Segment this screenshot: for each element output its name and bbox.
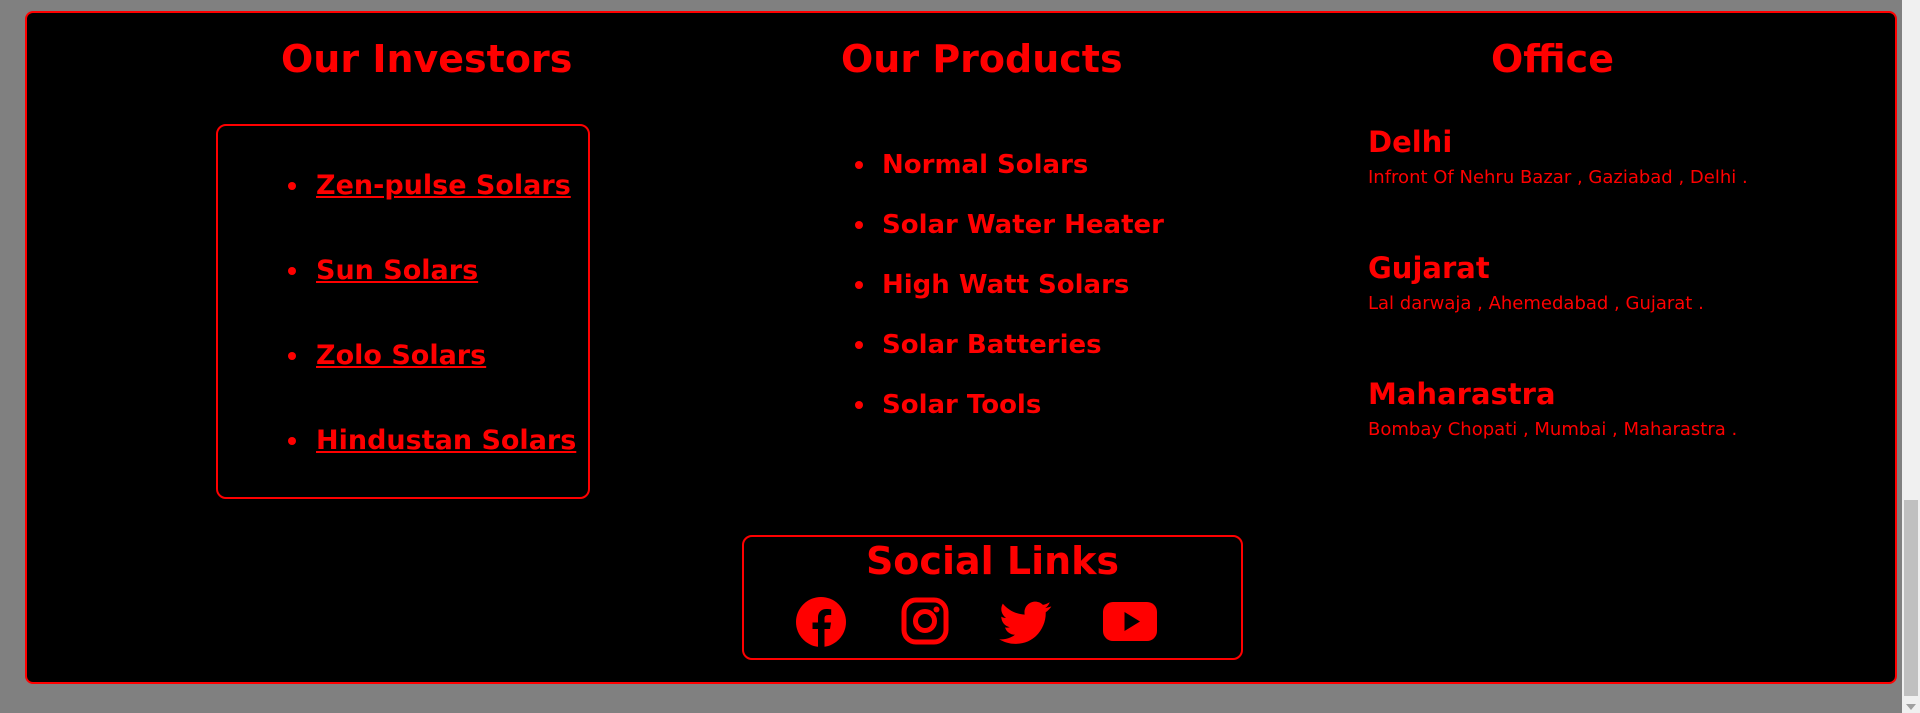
scroll-down-arrow-icon[interactable] — [1906, 704, 1916, 710]
office-city: Gujarat — [1368, 251, 1490, 285]
office-city: Maharastra — [1368, 377, 1556, 411]
instagram-icon[interactable] — [898, 596, 952, 648]
office-city: Delhi — [1368, 125, 1453, 159]
facebook-icon[interactable] — [794, 596, 848, 648]
investor-link-sun[interactable]: Sun Solars — [316, 255, 478, 287]
bullet-icon — [855, 161, 863, 169]
office-location-gujarat: Gujarat Lal darwaja , Ahemedabad , Gujar… — [1368, 251, 1704, 315]
product-label: Solar Tools — [882, 390, 1042, 420]
bullet-icon — [855, 341, 863, 349]
product-item: Normal Solars — [855, 150, 1164, 210]
investor-link-zen-pulse[interactable]: Zen-pulse Solars — [316, 170, 571, 202]
bullet-icon — [288, 352, 296, 360]
investor-item: Zolo Solars — [288, 340, 576, 425]
bullet-icon — [855, 281, 863, 289]
investor-link-zolo[interactable]: Zolo Solars — [316, 340, 486, 372]
investors-box: Zen-pulse Solars Sun Solars Zolo Solars … — [216, 124, 590, 499]
youtube-icon[interactable] — [1103, 596, 1157, 648]
investor-item: Hindustan Solars — [288, 425, 576, 510]
investor-link-hindustan[interactable]: Hindustan Solars — [316, 425, 576, 457]
office-title: Office — [1491, 37, 1614, 81]
products-title: Our Products — [841, 37, 1123, 81]
products-list: Normal Solars Solar Water Heater High Wa… — [855, 150, 1164, 450]
investors-title: Our Investors — [281, 37, 573, 81]
product-label: Solar Water Heater — [882, 210, 1164, 240]
page-scrollbar[interactable] — [1902, 0, 1920, 713]
office-address: Lal darwaja , Ahemedabad , Gujarat . — [1368, 293, 1704, 314]
product-label: Solar Batteries — [882, 330, 1102, 360]
office-location-delhi: Delhi Infront Of Nehru Bazar , Gaziabad … — [1368, 125, 1748, 189]
product-item: Solar Batteries — [855, 330, 1164, 390]
bullet-icon — [288, 267, 296, 275]
product-label: Normal Solars — [882, 150, 1089, 180]
investor-item: Zen-pulse Solars — [288, 170, 576, 255]
footer: Our Investors Zen-pulse Solars Sun Solar… — [25, 11, 1897, 684]
product-label: High Watt Solars — [882, 270, 1130, 300]
social-links-box: Social Links — [742, 535, 1243, 660]
social-title: Social Links — [865, 539, 1120, 583]
product-item: Solar Water Heater — [855, 210, 1164, 270]
investor-item: Sun Solars — [288, 255, 576, 340]
office-address: Bombay Chopati , Mumbai , Maharastra . — [1368, 419, 1738, 440]
bullet-icon — [855, 401, 863, 409]
investors-list: Zen-pulse Solars Sun Solars Zolo Solars … — [288, 170, 576, 510]
office-location-maharastra: Maharastra Bombay Chopati , Mumbai , Mah… — [1368, 377, 1737, 441]
scrollbar-thumb[interactable] — [1904, 500, 1918, 696]
office-address: Infront Of Nehru Bazar , Gaziabad , Delh… — [1368, 167, 1748, 188]
bullet-icon — [288, 437, 296, 445]
page: Our Investors Zen-pulse Solars Sun Solar… — [0, 0, 1920, 713]
product-item: Solar Tools — [855, 390, 1164, 450]
twitter-icon[interactable] — [999, 596, 1053, 648]
bullet-icon — [288, 182, 296, 190]
bullet-icon — [855, 221, 863, 229]
product-item: High Watt Solars — [855, 270, 1164, 330]
